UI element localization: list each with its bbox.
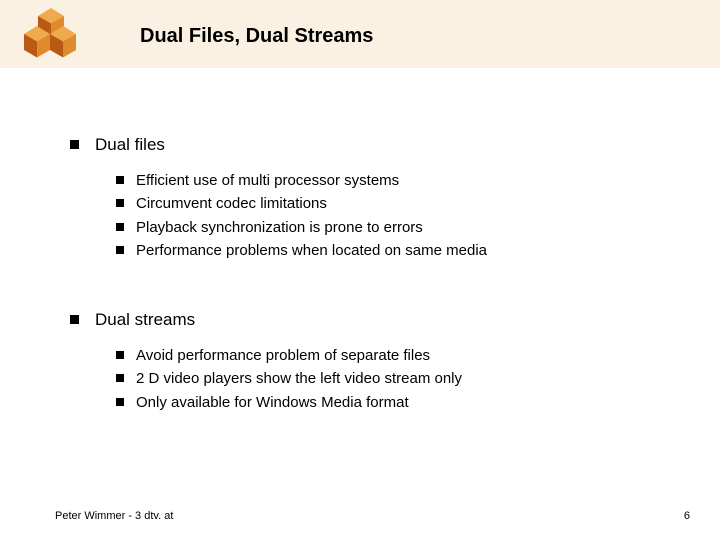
bullet-icon [116,223,124,231]
section-items: Avoid performance problem of separate fi… [116,344,680,414]
list-item-text: Avoid performance problem of separate fi… [136,344,430,367]
slide-title: Dual Files, Dual Streams [140,25,373,48]
list-item-text: Circumvent codec limitations [136,192,327,215]
list-item: Performance problems when located on sam… [116,239,680,262]
section-items: Efficient use of multi processor systems… [116,169,680,262]
page-number: 6 [684,510,690,522]
list-item: 2 D video players show the left video st… [116,367,680,390]
bullet-icon [116,398,124,406]
list-item-text: Only available for Windows Media format [136,391,409,414]
section-dual-streams: Dual streams Avoid performance problem o… [70,310,680,414]
list-item: Efficient use of multi processor systems [116,169,680,192]
section-dual-files: Dual files Efficient use of multi proces… [70,135,680,262]
bullet-icon [116,176,124,184]
list-item: Only available for Windows Media format [116,391,680,414]
list-item-text: Performance problems when located on sam… [136,239,487,262]
bullet-icon [116,246,124,254]
list-item: Playback synchronization is prone to err… [116,216,680,239]
list-item-text: Playback synchronization is prone to err… [136,216,423,239]
list-item: Circumvent codec limitations [116,192,680,215]
section-heading-text: Dual streams [95,310,195,330]
footer-author: Peter Wimmer - 3 dtv. at [55,510,173,522]
list-item-text: Efficient use of multi processor systems [136,169,399,192]
list-item: Avoid performance problem of separate fi… [116,344,680,367]
header-bar: Dual Files, Dual Streams [0,0,720,68]
bullet-icon [70,315,79,324]
slide-content: Dual files Efficient use of multi proces… [70,135,680,462]
cubes-icon [24,10,78,64]
bullet-icon [116,199,124,207]
section-heading: Dual streams [70,310,680,330]
bullet-icon [116,374,124,382]
section-heading: Dual files [70,135,680,155]
bullet-icon [116,351,124,359]
bullet-icon [70,140,79,149]
list-item-text: 2 D video players show the left video st… [136,367,462,390]
section-heading-text: Dual files [95,135,165,155]
